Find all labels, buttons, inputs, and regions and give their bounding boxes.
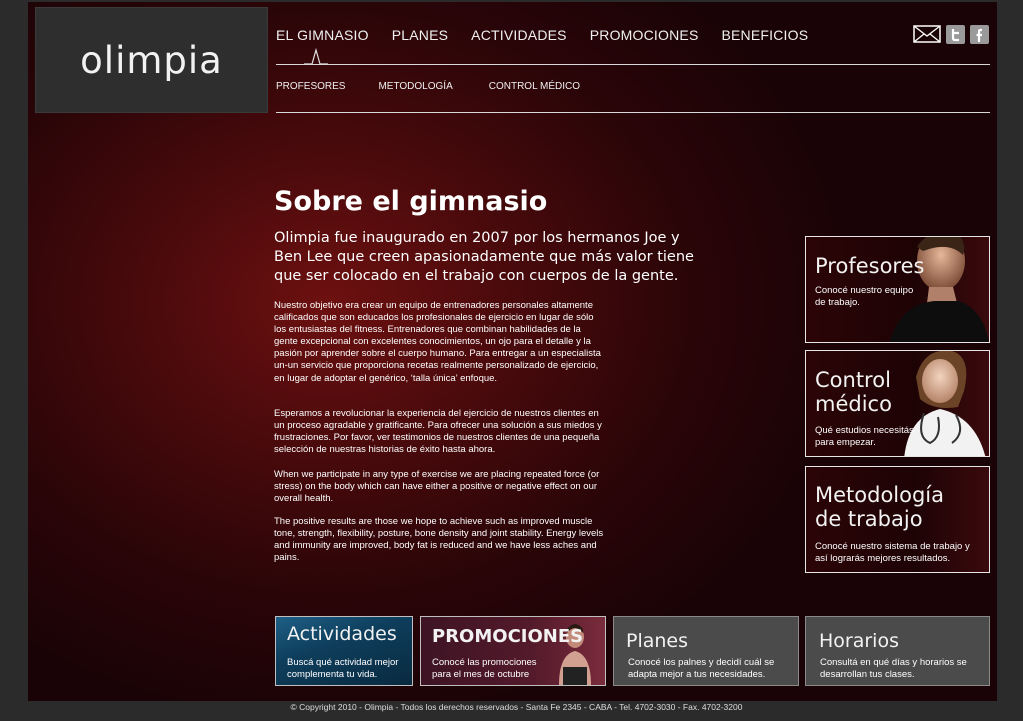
card-control-medico[interactable]: Control médico Qué estudios necesitás pa… <box>805 350 990 457</box>
nav-active-caret <box>304 48 328 65</box>
nav-beneficios[interactable]: BENEFICIOS <box>721 27 808 43</box>
footer-copyright: © Copyright 2010 - Olimpia - Todos los d… <box>290 702 743 712</box>
logo[interactable]: olimpia <box>35 7 268 113</box>
card-title: Profesores <box>815 254 925 278</box>
card-profesores[interactable]: Profesores Conocé nuestro equipo de trab… <box>805 236 990 343</box>
card-description: Consultá en qué días y horarios se desar… <box>820 657 967 680</box>
card-promociones[interactable]: PROMOCIONES Conocé las promociones para … <box>420 616 606 686</box>
main-nav: EL GIMNASIO PLANES ACTIVIDADES PROMOCION… <box>276 27 831 43</box>
card-description: Conocé las promociones para el mes de oc… <box>432 657 537 680</box>
card-planes[interactable]: Planes Conocé los palnes y decidí cuál s… <box>613 616 799 686</box>
card-description: Conocé nuestro sistema de trabajo y así … <box>815 541 970 564</box>
nav-actividades[interactable]: ACTIVIDADES <box>471 27 567 43</box>
subnav-divider <box>276 112 990 113</box>
body-paragraph-3: When we participate in any type of exerc… <box>274 469 600 505</box>
page-title: Sobre el gimnasio <box>274 186 548 217</box>
card-description: Buscá qué actividad mejor complementa tu… <box>287 657 399 680</box>
nav-divider <box>276 64 990 65</box>
card-title: PROMOCIONES <box>432 626 584 647</box>
card-title: Metodología de trabajo <box>815 483 945 531</box>
twitter-icon[interactable] <box>946 25 965 44</box>
subnav-control-medico[interactable]: CONTROL MÉDICO <box>489 81 580 92</box>
card-title: Control médico <box>815 368 892 416</box>
page-frame: olimpia EL GIMNASIO PLANES ACTIVIDADES P… <box>28 2 997 701</box>
nav-promociones[interactable]: PROMOCIONES <box>590 27 699 43</box>
card-title: Planes <box>626 630 689 652</box>
card-description: Conocé nuestro equipo de trabajo. <box>815 285 914 308</box>
lead-paragraph: Olimpia fue inaugurado en 2007 por los h… <box>274 230 694 284</box>
body-paragraph-2: Esperamos a revolucionar la experiencia … <box>274 408 602 456</box>
card-title: Horarios <box>819 630 899 652</box>
card-metodologia[interactable]: Metodología de trabajo Conocé nuestro si… <box>805 466 990 573</box>
sub-nav: PROFESORES METODOLOGÍA CONTROL MÉDICO <box>276 81 580 92</box>
nav-el-gimnasio[interactable]: EL GIMNASIO <box>276 27 369 43</box>
body-paragraph-4: The positive results are those we hope t… <box>274 516 604 564</box>
facebook-icon[interactable] <box>970 25 989 44</box>
logo-text: olimpia <box>80 38 223 82</box>
subnav-metodologia[interactable]: METODOLOGÍA <box>378 81 452 92</box>
subnav-profesores[interactable]: PROFESORES <box>276 81 345 92</box>
card-horarios[interactable]: Horarios Consultá en qué días y horarios… <box>805 616 990 686</box>
card-title: Actividades <box>287 623 397 645</box>
body-paragraph-1: Nuestro objetivo era crear un equipo de … <box>274 300 601 384</box>
card-description: Conocé los palnes y decidí cuál se adapt… <box>628 657 775 680</box>
nav-planes[interactable]: PLANES <box>392 27 448 43</box>
mail-icon[interactable] <box>913 25 941 43</box>
card-description: Qué estudios necesitás para empezar. <box>815 425 914 448</box>
card-actividades[interactable]: Actividades Buscá qué actividad mejor co… <box>275 616 413 686</box>
